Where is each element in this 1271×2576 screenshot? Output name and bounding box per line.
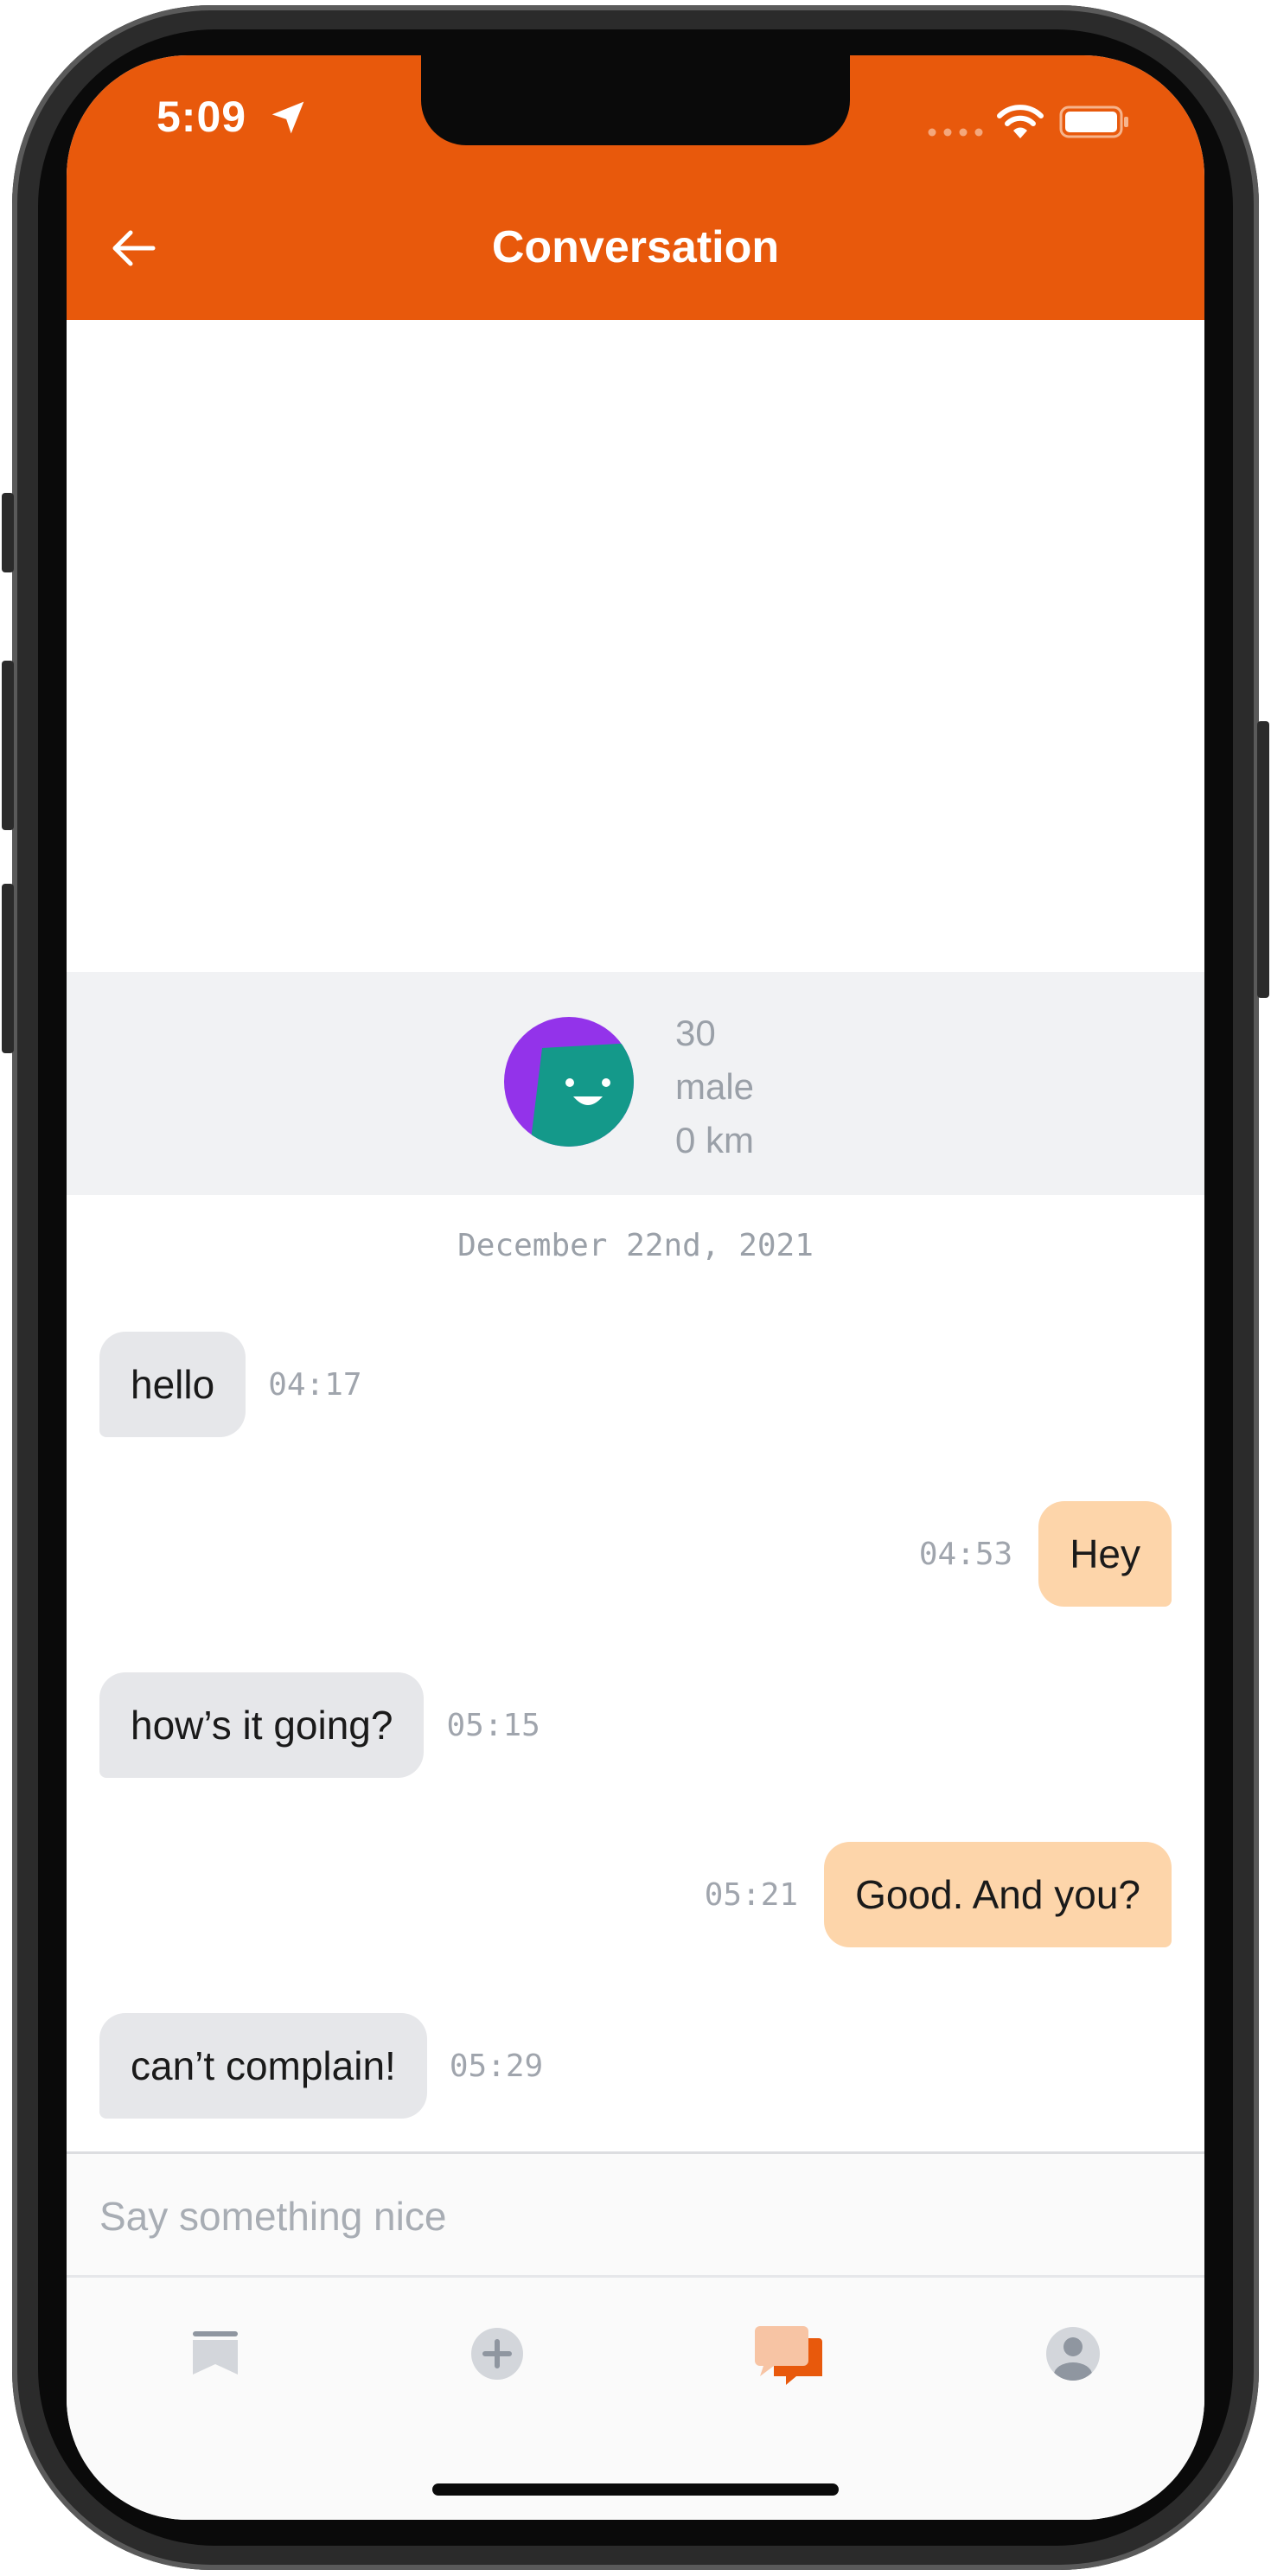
- page-title: Conversation: [491, 222, 780, 272]
- volume-up-button: [2, 661, 14, 830]
- message-time: 05:29: [449, 2048, 544, 2084]
- notch: [421, 55, 850, 145]
- profile-gender: male: [675, 1066, 755, 1107]
- message-composer: [67, 2151, 1204, 2278]
- wifi-icon: [997, 105, 1044, 138]
- message-time: 05:21: [704, 1876, 799, 1913]
- message-bubble[interactable]: Hey: [1038, 1501, 1172, 1607]
- message-incoming: can’t complain! 05:29: [99, 2013, 543, 2119]
- profile-details: 30 male 0 km: [675, 1007, 754, 1167]
- silent-switch: [2, 493, 14, 572]
- message-bubble[interactable]: hello: [99, 1332, 246, 1437]
- profile-age: 30: [675, 1013, 716, 1053]
- plus-circle-icon: [471, 2328, 523, 2380]
- tab-bookmarks[interactable]: [156, 2312, 260, 2399]
- home-indicator[interactable]: [432, 2483, 839, 2496]
- message-time: 05:15: [446, 1707, 540, 1743]
- power-button: [1257, 721, 1269, 998]
- message-input[interactable]: [98, 2176, 1173, 2256]
- date-separator: December 22nd, 2021: [457, 1228, 814, 1263]
- message-bubble[interactable]: Good. And you?: [824, 1842, 1172, 1947]
- profile-distance: 0 km: [675, 1120, 755, 1160]
- message-bubble[interactable]: how’s it going?: [99, 1672, 425, 1778]
- chat-bubbles-icon: [755, 2326, 822, 2385]
- avatar[interactable]: [504, 1017, 634, 1147]
- app-header: 5:09 Conversation: [67, 55, 1204, 320]
- status-time: 5:09: [156, 93, 247, 141]
- message-outgoing: Hey 04:53: [919, 1501, 1172, 1607]
- user-icon: [1046, 2327, 1100, 2381]
- location-arrow-icon: [271, 101, 304, 134]
- tab-profile[interactable]: [1021, 2312, 1125, 2399]
- message-incoming: how’s it going? 05:15: [99, 1672, 540, 1778]
- tab-conversations[interactable]: [734, 2312, 838, 2399]
- signal-dots-icon: [928, 128, 983, 137]
- message-outgoing: Good. And you? 05:21: [705, 1842, 1172, 1947]
- profile-summary[interactable]: 30 male 0 km: [67, 972, 1204, 1195]
- battery-icon: [1059, 105, 1128, 138]
- volume-down-button: [2, 884, 14, 1053]
- message-bubble[interactable]: can’t complain!: [99, 2013, 427, 2119]
- bookmark-icon: [193, 2331, 238, 2375]
- tab-create[interactable]: [445, 2312, 549, 2399]
- message-time: 04:17: [268, 1366, 362, 1403]
- screen: 5:09 Conversation 30 male 0 km December …: [67, 55, 1204, 2520]
- message-incoming: hello 04:17: [99, 1332, 362, 1437]
- message-time: 04:53: [918, 1536, 1013, 1572]
